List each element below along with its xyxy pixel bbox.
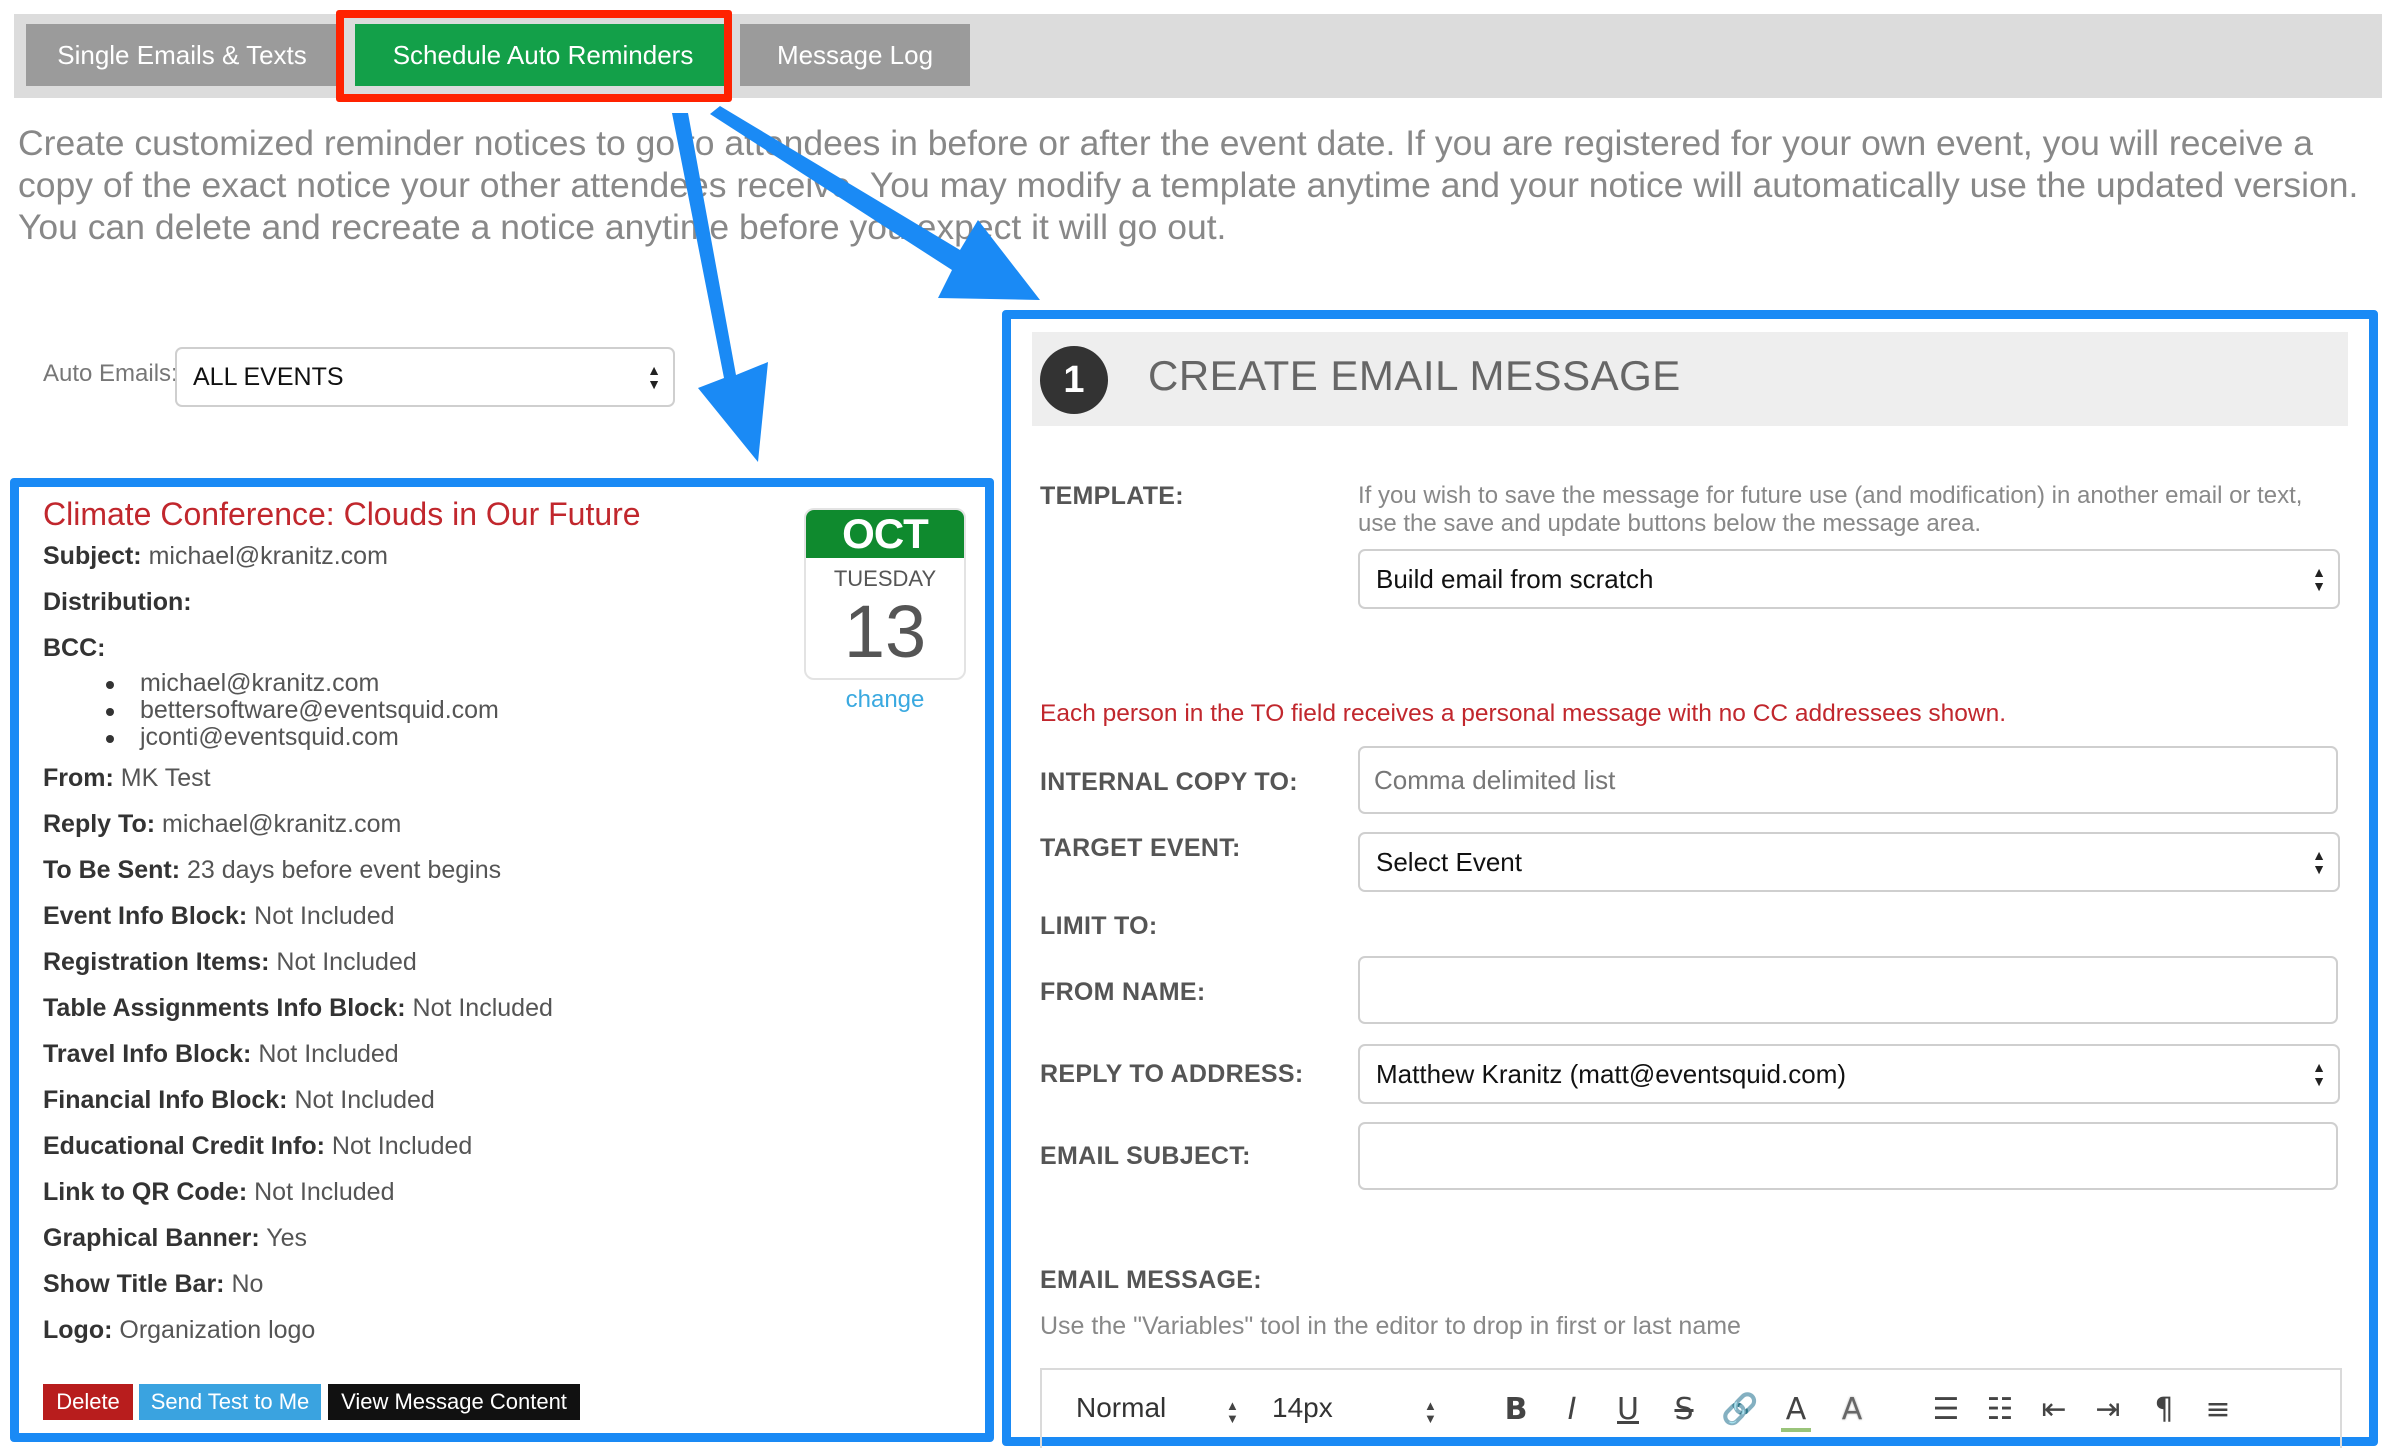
internal-copy-label: INTERNAL COPY TO: [1040,768,1298,796]
align-icon[interactable]: ≡ [2198,1392,2238,1427]
auto-emails-label: Auto Emails: [43,360,178,387]
detail-bcc: BCC: [43,634,106,662]
text-color-icon[interactable]: A [1781,1392,1811,1432]
tab-single-emails[interactable]: Single Emails & Texts [26,24,338,86]
email-subject-input[interactable] [1358,1122,2338,1190]
create-email-title: CREATE EMAIL MESSAGE [1148,352,1681,399]
to-field-notice: Each person in the TO field receives a p… [1040,700,2007,727]
detail-subject: Subject: michael@kranitz.com [43,542,388,570]
detail-show-title-bar: Show Title Bar: No [43,1270,264,1298]
detail-to-be-sent: To Be Sent: 23 days before event begins [43,856,502,884]
select-arrows-icon: ▲ ▼ [2312,564,2326,594]
bullet-list-icon[interactable]: ☷ [1980,1392,2020,1427]
outdent-icon[interactable]: ⇤ [2034,1392,2074,1427]
auto-emails-value: ALL EVENTS [193,362,344,391]
detail-logo: Logo: Organization logo [43,1316,316,1344]
email-message-label: EMAIL MESSAGE: [1040,1266,1262,1294]
list-item: bettersoftware@eventsquid.com [100,697,499,724]
strikethrough-icon[interactable]: S [1664,1392,1704,1427]
select-arrows-icon: ▲ ▼ [2312,1059,2326,1089]
indent-icon[interactable]: ⇥ [2088,1392,2128,1427]
tab-message-log[interactable]: Message Log [740,24,970,86]
format-dropdown-arrows-icon: ▲ ▼ [1226,1398,1239,1426]
intro-text: Create customized reminder notices to go… [18,123,2359,247]
template-label: TEMPLATE: [1040,482,1184,510]
detail-qr-code: Link to QR Code: Not Included [43,1178,395,1206]
reply-to-select[interactable]: Matthew Kranitz (matt@eventsquid.com) ▲ ▼ [1358,1044,2340,1104]
template-help-text: If you wish to save the message for futu… [1358,482,2303,537]
detail-travel-info: Travel Info Block: Not Included [43,1040,399,1068]
internal-copy-placeholder: Comma delimited list [1374,764,1616,795]
link-icon[interactable]: 🔗 [1720,1392,1760,1427]
template-select-value: Build email from scratch [1376,563,1654,594]
send-test-button[interactable]: Send Test to Me [139,1384,321,1420]
ordered-list-icon[interactable]: ☰ [1926,1392,1966,1427]
detail-distribution: Distribution: [43,588,192,616]
detail-from: From: MK Test [43,764,211,792]
calendar-month: OCT [806,510,964,558]
internal-copy-input[interactable]: Comma delimited list [1358,746,2338,814]
calendar-day: 13 [843,590,927,673]
from-name-input[interactable] [1358,956,2338,1024]
template-select[interactable]: Build email from scratch ▲ ▼ [1358,549,2340,609]
select-arrows-icon: ▲ ▼ [647,362,661,392]
from-name-label: FROM NAME: [1040,978,1206,1006]
delete-button[interactable]: Delete [43,1384,133,1420]
detail-graphical-banner: Graphical Banner: Yes [43,1224,308,1252]
reply-to-label: REPLY TO ADDRESS: [1040,1060,1304,1088]
italic-icon[interactable]: I [1552,1392,1592,1427]
target-event-label: TARGET EVENT: [1040,834,1241,862]
detail-financial-info: Financial Info Block: Not Included [43,1086,435,1114]
reply-to-value: Matthew Kranitz (matt@eventsquid.com) [1376,1058,1847,1089]
step-number-badge: 1 [1040,346,1108,414]
list-item: jconti@eventsquid.com [100,724,499,751]
detail-registration-items: Registration Items: Not Included [43,948,417,976]
auto-emails-select[interactable]: ALL EVENTS ▲ ▼ [175,347,675,407]
underline-icon[interactable]: U [1608,1392,1648,1427]
calendar-weekday: TUESDAY [833,566,937,591]
detail-table-assignments: Table Assignments Info Block: Not Includ… [43,994,553,1022]
event-title: Climate Conference: Clouds in Our Future [43,496,641,532]
change-date-link[interactable]: change [804,686,966,714]
format-dropdown[interactable]: Normal [1076,1392,1166,1424]
font-size-dropdown[interactable]: 14px [1272,1392,1333,1424]
bcc-list: michael@kranitz.com bettersoftware@event… [100,670,499,751]
target-event-value: Select Event [1376,846,1522,877]
background-color-icon[interactable]: A [1832,1392,1872,1427]
bold-icon[interactable]: B [1496,1392,1536,1427]
font-size-dropdown-arrows-icon: ▲ ▼ [1424,1398,1437,1426]
detail-educational-credit: Educational Credit Info: Not Included [43,1132,473,1160]
email-subject-label: EMAIL SUBJECT: [1040,1142,1251,1170]
text-direction-icon[interactable]: ¶ [2144,1392,2184,1427]
limit-to-label: LIMIT TO: [1040,912,1158,940]
select-arrows-icon: ▲ ▼ [2312,847,2326,877]
highlight-box-red [336,10,732,102]
detail-event-info-block: Event Info Block: Not Included [43,902,395,930]
detail-reply-to: Reply To: michael@kranitz.com [43,810,402,838]
event-date-calendar: OCT TUESDAY 13 [804,508,966,680]
view-message-content-button[interactable]: View Message Content [328,1384,580,1420]
target-event-select[interactable]: Select Event ▲ ▼ [1358,832,2340,892]
email-message-hint: Use the "Variables" tool in the editor t… [1040,1312,1741,1340]
list-item: michael@kranitz.com [100,670,499,697]
